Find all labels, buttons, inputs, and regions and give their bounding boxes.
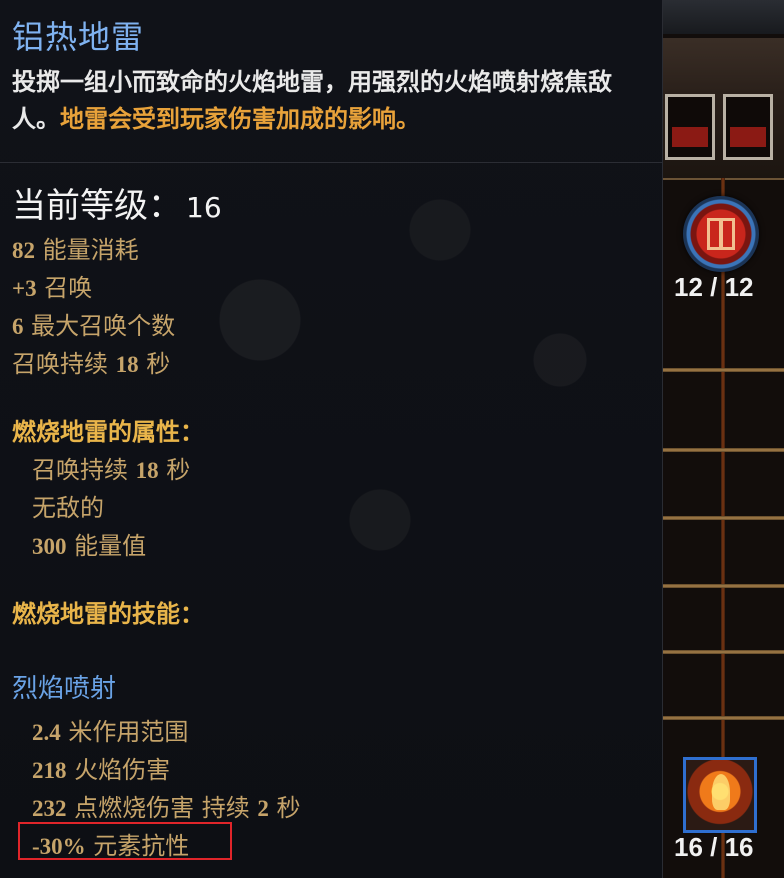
hud-divider: [663, 516, 784, 520]
skill-title: 铝热地雷: [12, 18, 145, 56]
hud-topbar: [663, 0, 784, 34]
slot2-max: 16: [724, 832, 754, 862]
stat-text: 能量消耗: [35, 236, 139, 264]
stat-number: 18: [135, 458, 159, 483]
frame-window: [665, 94, 715, 160]
mine-skills-header: 燃烧地雷的技能：: [12, 600, 204, 628]
stat-number: 82: [12, 238, 35, 263]
stat-number: 6: [12, 314, 24, 339]
slot1-max: 12: [724, 272, 754, 302]
level-value: 16: [186, 191, 222, 224]
stat-text: 能量值: [66, 532, 147, 560]
level-label: 当前等级：: [12, 186, 182, 226]
stat-line: +3 召唤: [12, 268, 92, 303]
stat-number: 2.4: [32, 720, 61, 745]
slot2-count: 16 / 16: [674, 832, 754, 863]
stat-line: 无敌的: [32, 488, 104, 523]
mine-props-header: 燃烧地雷的属性：: [12, 418, 204, 446]
stat-text: 秒: [268, 794, 301, 822]
slot2-sep: /: [702, 832, 725, 862]
stat-line: 召唤持续 18 秒: [12, 344, 170, 379]
stat-text: 秒: [158, 456, 191, 484]
highlight-box: [18, 822, 232, 860]
fire-skill-icon[interactable]: [683, 757, 757, 833]
current-level: 当前等级： 16: [12, 178, 222, 227]
stat-line: 82 能量消耗: [12, 230, 139, 265]
stat-number: 232: [32, 796, 67, 821]
hud-divider: [663, 368, 784, 372]
subskill-name: 烈焰喷射: [12, 674, 117, 704]
stat-text: 火焰伤害: [66, 756, 171, 784]
tooltip-header: 铝热地雷 投掷一组小而致命的火焰地雷，用强烈的火焰喷射烧焦敌人。地雷会受到玩家伤…: [0, 0, 663, 163]
stat-line: 218 火焰伤害: [32, 750, 170, 785]
stat-text: 米作用范围: [60, 718, 189, 746]
stat-number: 2: [257, 796, 269, 821]
stat-line: 召唤持续 18 秒: [32, 450, 190, 485]
hud-divider: [663, 584, 784, 588]
stat-line: 232 点燃烧伤害 持续 2 秒: [32, 788, 301, 823]
slot1-sep: /: [702, 272, 725, 302]
frame-window: [723, 94, 773, 160]
slot1-current: 12: [674, 272, 703, 302]
stat-text: 召唤持续: [12, 350, 116, 378]
stat-number: +3: [12, 276, 37, 301]
skill-tooltip: 铝热地雷 投掷一组小而致命的火焰地雷，用强烈的火焰喷射烧焦敌人。地雷会受到玩家伤…: [0, 0, 663, 878]
stat-number: 300: [32, 534, 67, 559]
description-highlight: 地雷会受到玩家伤害加成的影响。: [60, 105, 420, 133]
rune-orb-icon[interactable]: [683, 196, 759, 272]
stat-number: 18: [115, 352, 139, 377]
stat-text: 点燃烧伤害 持续: [66, 794, 258, 822]
stat-text: 最大召唤个数: [23, 312, 176, 340]
stat-number: 218: [32, 758, 67, 783]
slot2-current: 16: [674, 832, 703, 862]
stat-text: 召唤: [36, 274, 93, 302]
slot1-count: 12 / 12: [674, 272, 754, 303]
skill-description: 投掷一组小而致命的火焰地雷，用强烈的火焰喷射烧焦敌人。地雷会受到玩家伤害加成的影…: [12, 64, 652, 138]
stat-line: 2.4 米作用范围: [32, 712, 188, 747]
stat-text: 无敌的: [32, 494, 104, 522]
hud-divider: [663, 448, 784, 452]
hud-divider: [663, 716, 784, 720]
hud-divider: [663, 650, 784, 654]
stat-text: 秒: [138, 350, 171, 378]
hud-frame: [663, 38, 784, 180]
stat-line: 300 能量值: [32, 526, 146, 561]
stat-text: 召唤持续: [32, 456, 136, 484]
stat-line: 6 最大召唤个数: [12, 306, 175, 341]
